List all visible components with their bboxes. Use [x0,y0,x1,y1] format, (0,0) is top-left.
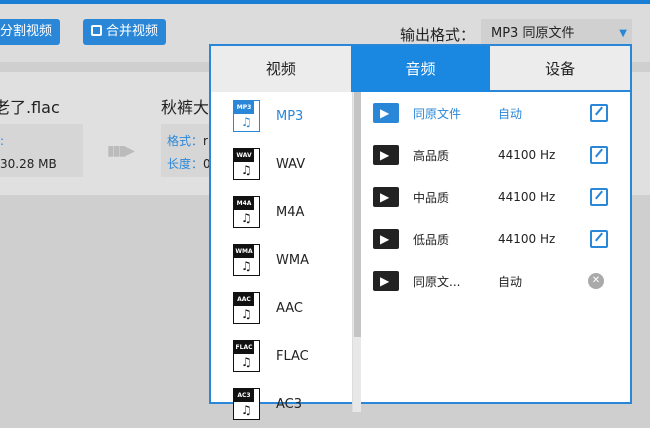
film-icon [373,271,399,291]
delete-icon[interactable]: ✕ [588,273,604,289]
format-label: WMA [276,252,309,268]
music-note-icon: ♫ [241,355,252,369]
edit-icon[interactable] [590,188,608,206]
audio-file-icon: AAC ♫ [233,292,260,324]
preset-name: 中品质 [413,190,450,205]
format-value: MP3 同原文件 [491,26,575,41]
preset-row[interactable]: 同原文... 自动 ✕ [361,260,630,302]
length-key: 长度： [167,157,204,171]
music-note-icon: ♫ [241,259,252,273]
scrollbar[interactable] [352,92,361,412]
film-icon [373,103,399,123]
format-item[interactable]: WMA ♫ WMA [211,236,352,284]
tab-device[interactable]: 设备 [490,46,631,92]
format-val: r [203,134,208,148]
audio-file-icon: MP3 ♫ [233,100,260,132]
format-label: MP3 [276,108,304,124]
format-popup: 视频 音频 设备 MP3 ♫ MP3 WAV ♫ WAV M4A ♫ M4A WMA ♫ WMA AAC… [209,44,632,420]
format-tag: AC3 [234,389,254,402]
music-note-icon: ♫ [241,211,252,225]
edit-icon[interactable] [590,104,608,122]
format-tag: WAV [234,149,254,162]
edit-icon[interactable] [590,230,608,248]
film-icon [373,187,399,207]
film-icon [373,145,399,165]
music-note-icon: ♫ [241,163,252,177]
music-note-icon: ♫ [241,307,252,321]
preset-value: 44100 Hz [498,148,556,162]
preset-row[interactable]: 低品质 44100 Hz [361,218,630,260]
source-size: 30.28 MB [0,157,57,171]
format-item[interactable]: WAV ♫ WAV [211,140,352,188]
split-label: 分割视频 [0,24,53,39]
format-tag: WMA [234,245,254,258]
scrollbar-thumb[interactable] [354,92,361,337]
audio-file-icon: AC3 ♫ [233,388,260,420]
format-label: M4A [276,204,305,220]
music-note-icon: ♫ [241,115,252,129]
format-item[interactable]: M4A ♫ M4A [211,188,352,236]
source-info: : 30.28 MB [0,124,83,177]
audio-file-icon: WMA ♫ [233,244,260,276]
format-key: 格式： [167,134,204,148]
format-item[interactable]: FLAC ♫ FLAC [211,332,352,380]
preset-value: 44100 Hz [498,232,556,246]
format-item[interactable]: AAC ♫ AAC [211,284,352,332]
preset-value: 自动 [498,274,523,289]
source-file-name: 老了.flac [0,98,60,117]
format-tag: MP3 [234,101,254,114]
audio-file-icon: FLAC ♫ [233,340,260,372]
merge-icon [91,25,102,36]
format-label: FLAC [276,348,309,364]
target-file-name: 秋裤大 [161,98,210,117]
audio-file-icon: WAV ♫ [233,148,260,180]
convert-arrow-icon: ▮▮▮▶ [107,143,135,159]
format-label: AAC [276,300,303,316]
audio-file-icon: M4A ♫ [233,196,260,228]
source-info-key: : [0,134,5,148]
merge-video-button[interactable]: 合并视频 [83,19,167,45]
preset-row[interactable]: 同原文件 自动 [361,92,630,134]
preset-row[interactable]: 中品质 44100 Hz [361,176,630,218]
format-label: WAV [276,156,306,172]
film-icon [373,229,399,249]
format-tag: FLAC [234,341,254,354]
preset-name: 同原文... [413,274,461,289]
format-tag: AAC [234,293,254,306]
preset-value: 44100 Hz [498,190,556,204]
output-format-label: 输出格式： [400,26,476,44]
preset-list: 同原文件自动高品质44100 Hz中品质44100 Hz低品质44100 Hz同… [361,92,630,302]
preset-name: 高品质 [413,148,450,163]
music-note-icon: ♫ [241,403,252,417]
preset-name: 同原文件 [413,106,462,121]
format-label: AC3 [276,396,303,412]
format-item[interactable]: MP3 ♫ MP3 [211,92,352,140]
split-video-button[interactable]: 分割视频 [0,19,61,45]
merge-label: 合并视频 [106,24,159,39]
preset-name: 低品质 [413,232,450,247]
preset-value: 自动 [498,106,523,121]
tab-video[interactable]: 视频 [211,46,351,92]
format-item[interactable]: AC3 ♫ AC3 [211,380,352,428]
preset-row[interactable]: 高品质 44100 Hz [361,134,630,176]
edit-icon[interactable] [590,146,608,164]
tab-audio[interactable]: 音频 [350,46,491,92]
format-list: MP3 ♫ MP3 WAV ♫ WAV M4A ♫ M4A WMA ♫ WMA AAC ♫ AAC FLAC ♫… [211,92,352,420]
format-tag: M4A [234,197,254,210]
